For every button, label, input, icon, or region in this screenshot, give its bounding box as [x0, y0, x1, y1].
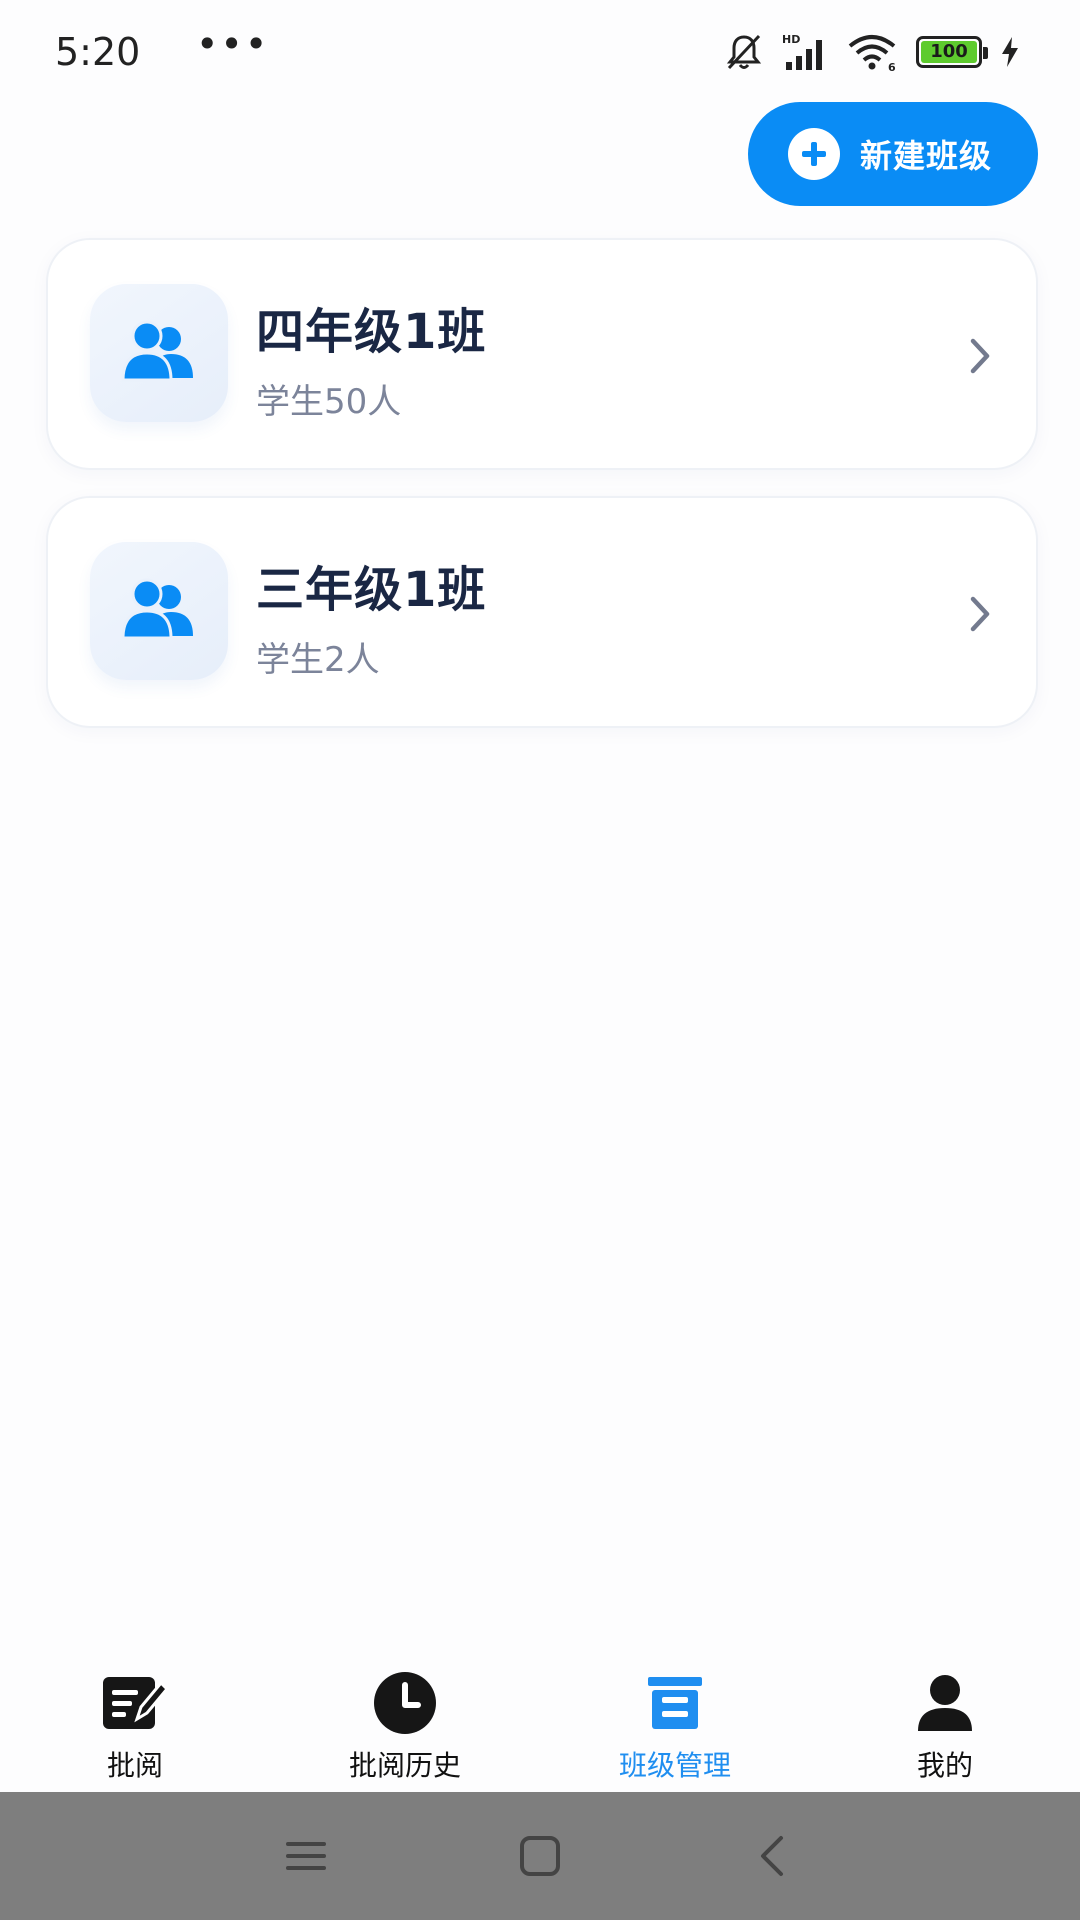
plus-circle-icon: [788, 128, 840, 180]
tab-label: 批阅历史: [348, 1749, 461, 1782]
new-class-button-label: 新建班级: [860, 137, 993, 175]
new-class-button[interactable]: 新建班级: [748, 102, 1038, 206]
tab-label: 批阅: [106, 1749, 163, 1782]
chevron-right-icon: [970, 596, 990, 632]
status-bar: 5:20 ••• HD 6 100: [0, 0, 1080, 104]
status-time: 5:20: [55, 30, 141, 74]
class-icon-box: [90, 284, 228, 422]
class-card[interactable]: 四年级1班 学生50人: [46, 238, 1038, 470]
wifi-label: 6: [888, 61, 896, 72]
class-icon-box: [90, 542, 228, 680]
cellular-signal-icon: HD: [782, 33, 822, 70]
back-icon[interactable]: [744, 1828, 800, 1884]
class-student-count: 学生50人: [256, 382, 402, 422]
tab-profile[interactable]: 我的: [810, 1650, 1080, 1792]
more-dots: •••: [196, 22, 270, 66]
tab-grading-history[interactable]: 批阅历史: [270, 1650, 540, 1792]
people-group-icon: [121, 578, 193, 640]
tab-label: 我的: [916, 1749, 973, 1782]
menu-icon[interactable]: [278, 1828, 334, 1884]
person-icon: [910, 1668, 980, 1738]
class-name: 三年级1班: [256, 562, 487, 618]
tab-class-management[interactable]: 班级管理: [540, 1650, 810, 1792]
charging-bolt-icon: [1002, 37, 1018, 67]
class-name: 四年级1班: [256, 304, 487, 360]
tab-grading[interactable]: 批阅: [0, 1650, 270, 1792]
grading-icon: [100, 1668, 170, 1738]
battery-level: 100: [921, 41, 977, 63]
battery-icon: 100: [916, 36, 988, 68]
class-card[interactable]: 三年级1班 学生2人: [46, 496, 1038, 728]
class-management-icon: [640, 1668, 710, 1738]
muted-bell-icon: [726, 34, 762, 70]
home-icon[interactable]: [512, 1828, 568, 1884]
wifi-icon: 6: [848, 35, 896, 72]
bottom-tab-bar: 批阅 批阅历史 班级管理 我的: [0, 1650, 1080, 1792]
chevron-right-icon: [970, 338, 990, 374]
screen: 5:20 ••• HD 6 100 新建班级 四年级1班 学生50人 三年级1班…: [0, 0, 1080, 1920]
class-student-count: 学生2人: [256, 640, 380, 680]
tab-label: 班级管理: [618, 1749, 731, 1782]
people-group-icon: [121, 320, 193, 382]
network-label: HD: [782, 33, 800, 46]
class-list: 四年级1班 学生50人 三年级1班 学生2人: [46, 238, 1038, 754]
clock-icon: [370, 1668, 440, 1738]
system-nav-bar: [0, 1792, 1080, 1920]
status-icons: HD 6 100: [724, 30, 1020, 74]
